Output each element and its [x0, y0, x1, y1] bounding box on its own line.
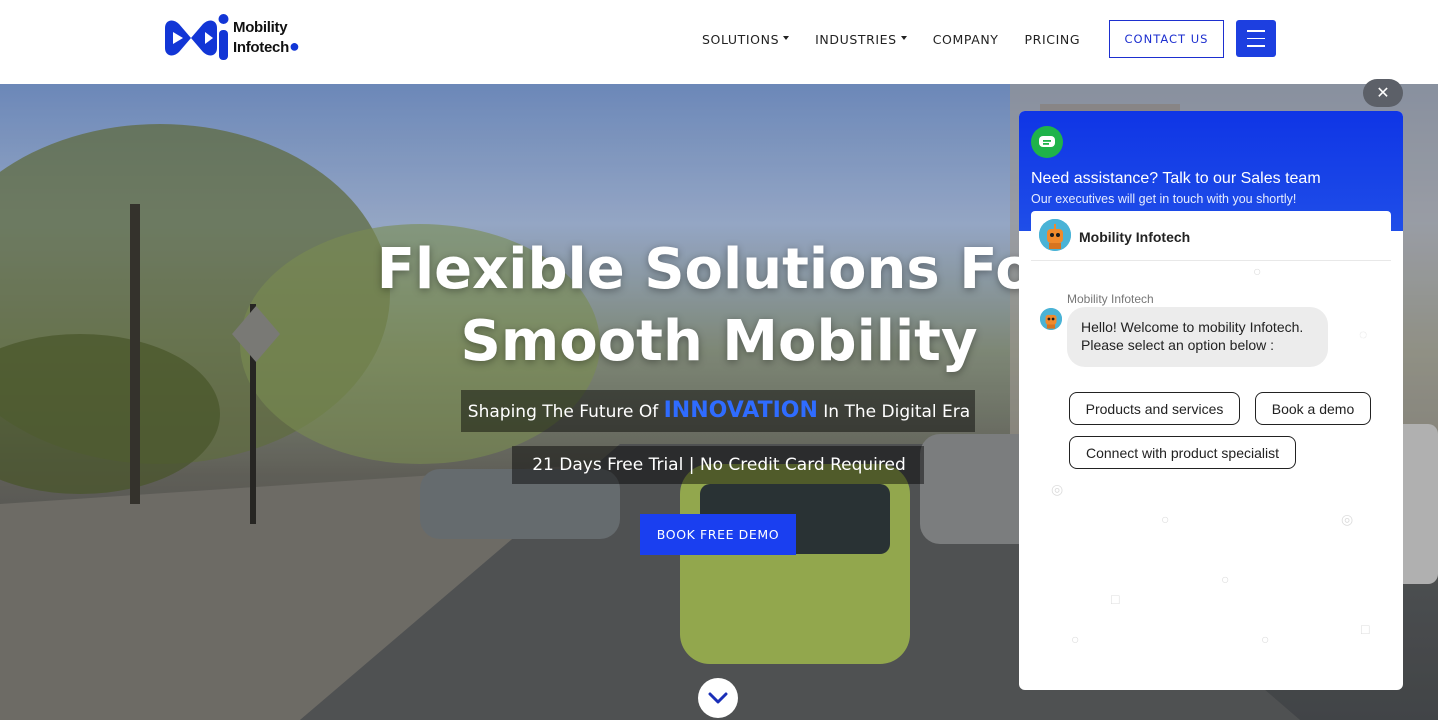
logo-mark-icon — [165, 14, 229, 60]
chat-logo-icon — [1031, 126, 1063, 158]
welcome-message-line1: Hello! Welcome to mobility Infotech. — [1081, 319, 1304, 335]
book-free-demo-button[interactable]: BOOK FREE DEMO — [640, 514, 796, 555]
nav-item-industries[interactable]: INDUSTRIES — [815, 32, 907, 47]
option-book-a-demo-button[interactable]: Book a demo — [1255, 392, 1371, 425]
background-doodle-icon: ◎ — [1341, 511, 1354, 527]
nav-item-solutions[interactable]: SOLUTIONS — [702, 32, 790, 47]
robot-avatar-icon — [1039, 219, 1071, 251]
chat-title: Need assistance? Talk to our Sales team — [1031, 170, 1321, 187]
option-products-and-services-button[interactable]: Products and services — [1069, 392, 1240, 425]
hamburger-icon — [1247, 30, 1265, 32]
chat-widget: Need assistance? Talk to our Sales team … — [1019, 111, 1403, 690]
brand-line1: Mobility — [233, 19, 288, 36]
background-doodle-icon: ○ — [1261, 631, 1270, 647]
chevron-down-icon — [708, 692, 728, 704]
brand-logo[interactable]: Mobility Infotech● — [161, 10, 306, 66]
brand-wordmark: Mobility Infotech● — [233, 18, 300, 58]
hamburger-menu-button[interactable] — [1236, 20, 1276, 57]
hero-subtitle-accent: INNOVATION — [663, 398, 818, 423]
background-doodle-icon: ○ — [1253, 263, 1262, 279]
background-doodle-icon: □ — [1361, 621, 1370, 637]
background-doodle-icon: ○ — [1071, 631, 1080, 647]
agent-avatar — [1039, 219, 1071, 251]
nav-label-company: COMPANY — [932, 32, 999, 47]
brand-line2: Infotech — [233, 39, 289, 56]
chat-bubble-icon — [1039, 136, 1055, 147]
welcome-message-bubble: Hello! Welcome to mobility Infotech. Ple… — [1067, 307, 1328, 367]
background-doodle-icon: □ — [1111, 591, 1120, 607]
hamburger-icon-line — [1247, 37, 1265, 40]
background-doodle-icon: ○ — [1161, 511, 1170, 527]
site-header: Mobility Infotech● SOLUTIONS INDUSTRIES … — [0, 0, 1438, 84]
chat-close-button[interactable]: ✕ — [1363, 79, 1403, 107]
chat-conversation: ○ ◌ ◎ ○ ◎ □ ○ ○ ○ □ Mobility Infotech Mo… — [1031, 211, 1391, 684]
welcome-message-line2: Please select an option below : — [1081, 337, 1275, 353]
chat-agent-bar: Mobility Infotech — [1031, 211, 1391, 261]
robot-avatar-icon — [1040, 308, 1062, 330]
option-connect-product-specialist-button[interactable]: Connect with product specialist — [1069, 436, 1296, 469]
background-doodle-icon: ◎ — [1051, 481, 1064, 497]
brand-dot-icon: ● — [288, 36, 300, 56]
contact-us-button[interactable]: CONTACT US — [1109, 20, 1224, 58]
caret-down-icon — [900, 35, 907, 40]
nav-item-company[interactable]: COMPANY — [933, 32, 999, 47]
hamburger-icon-line — [1247, 45, 1265, 47]
nav-label-solutions: SOLUTIONS — [702, 32, 780, 47]
scroll-down-button[interactable] — [698, 678, 738, 718]
message-sender-name: Mobility Infotech — [1067, 292, 1154, 306]
close-icon: ✕ — [1376, 85, 1390, 102]
background-doodle-icon: ○ — [1221, 571, 1230, 587]
hero-subtitle-before: Shaping The Future Of — [467, 402, 664, 422]
main-nav: SOLUTIONS INDUSTRIES COMPANY PRICING — [702, 32, 1106, 47]
agent-name: Mobility Infotech — [1079, 229, 1191, 245]
nav-label-industries: INDUSTRIES — [815, 32, 897, 47]
background-doodle-icon: ◌ — [1359, 326, 1368, 342]
message-avatar — [1040, 308, 1062, 330]
caret-down-icon — [783, 35, 790, 40]
chat-subtitle: Our executives will get in touch with yo… — [1031, 192, 1297, 206]
nav-label-pricing: PRICING — [1024, 32, 1081, 47]
nav-item-pricing[interactable]: PRICING — [1025, 32, 1081, 47]
hero-subtitle-after: In The Digital Era — [817, 402, 971, 422]
